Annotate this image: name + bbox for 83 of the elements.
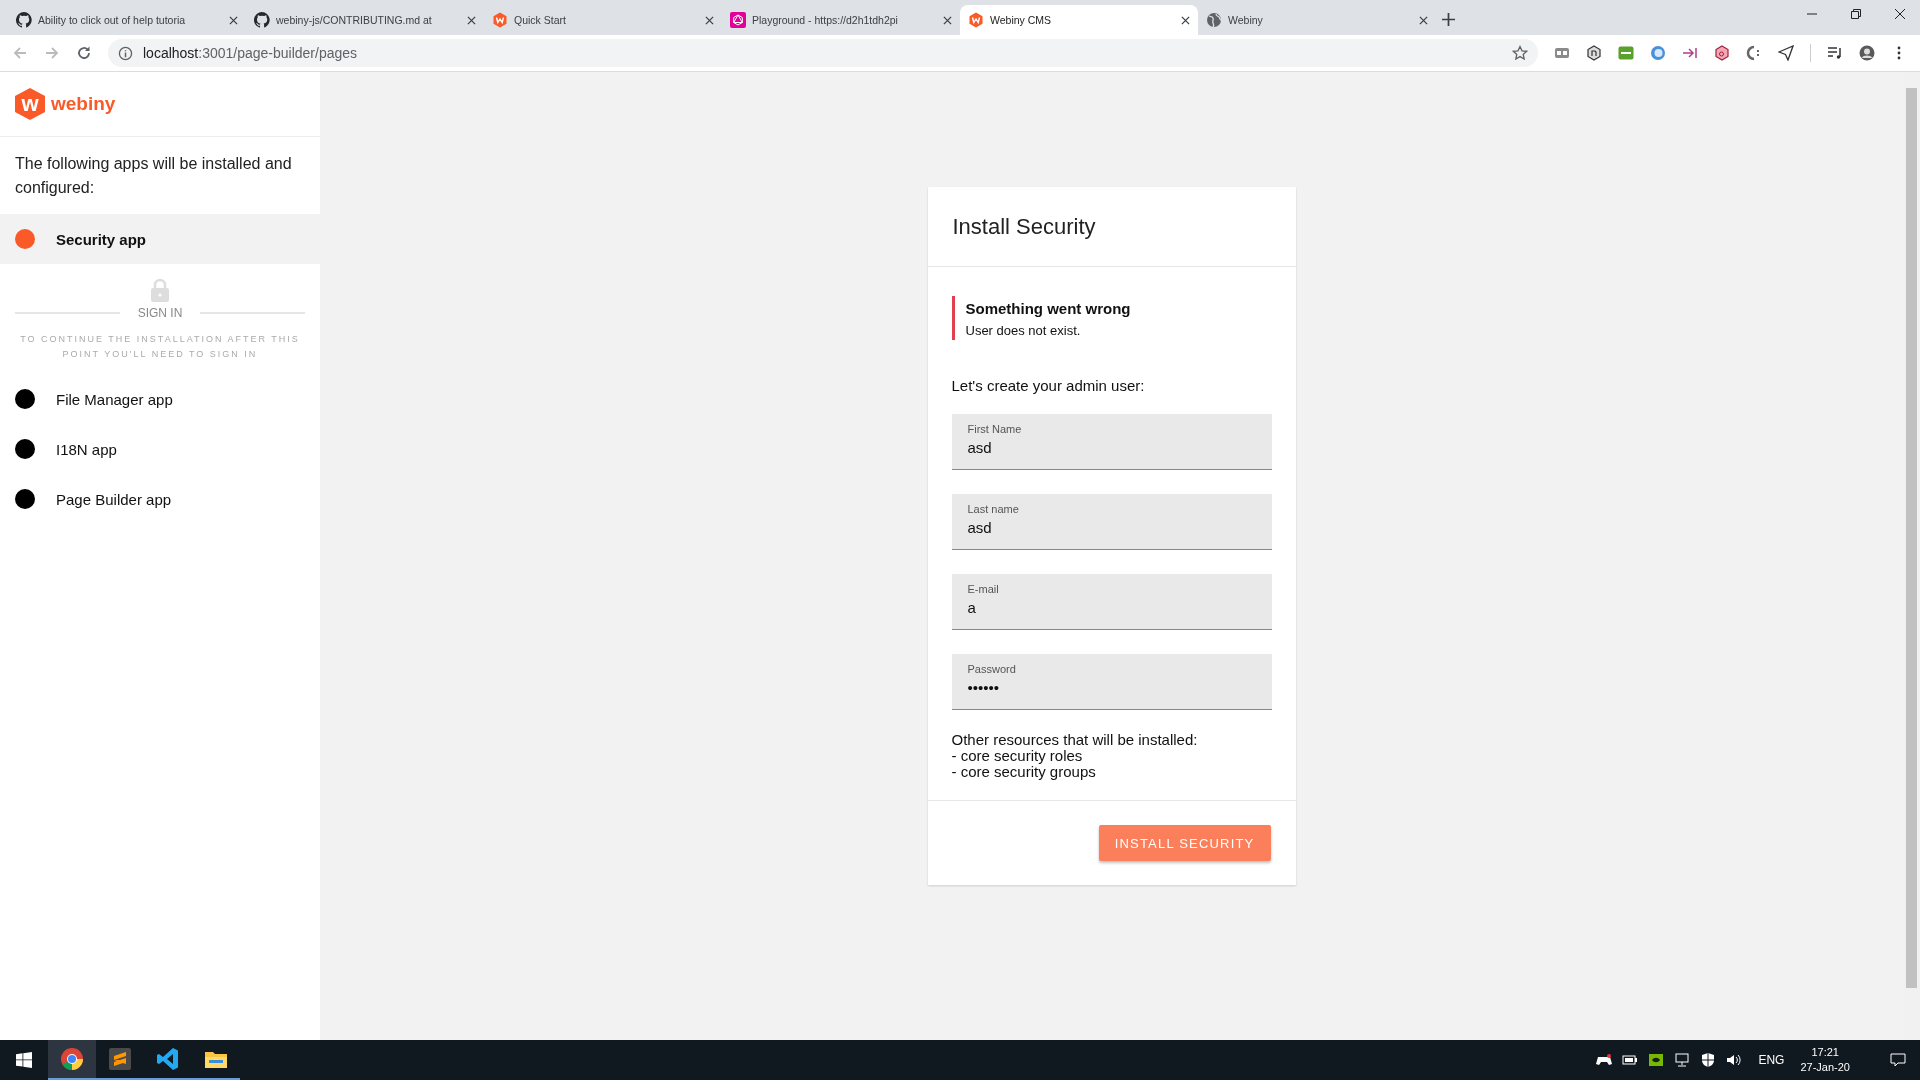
arrow-to-bar-icon[interactable] [1682,45,1698,61]
github-icon [16,12,32,28]
windows-start-icon[interactable] [16,1052,32,1068]
network-icon[interactable] [1674,1052,1691,1068]
hexagon-icon[interactable] [1714,45,1730,61]
field-value: asd [967,439,992,456]
hexagon-icon[interactable] [1586,45,1602,61]
language-indicator[interactable]: ENG [1758,1053,1785,1067]
field-label: Password [967,663,1017,675]
extension-icon[interactable] [1554,45,1570,61]
status-dot [15,229,35,249]
info-icon [118,45,133,61]
browser-tab[interactable]: Quick Start [484,5,722,35]
clock-date[interactable]: 27-Jan-20 [1800,1060,1850,1075]
field-value: a [967,599,976,616]
paper-plane-icon[interactable] [1778,45,1794,61]
playlist-icon[interactable] [1827,45,1843,61]
logo-mark: w [15,88,45,120]
status-dot [15,389,35,409]
logo-wordmark: webiny [51,93,116,115]
vscode-icon [156,1047,180,1071]
close-icon[interactable] [1894,8,1906,20]
close-icon[interactable] [1181,15,1190,25]
status-dot [15,489,35,509]
speaker-icon[interactable] [1726,1052,1743,1068]
app-step: File Manager app [0,374,320,424]
notifications-icon[interactable] [1890,1052,1906,1068]
browser-tab[interactable]: Webiny CMS [960,5,1198,35]
taskbar-app[interactable] [48,1040,96,1080]
url-text: localhost:3001/page-builder/pages [143,45,358,61]
hexagon-w-icon [968,12,984,28]
form-intro: Let's create your admin user: [951,377,1146,394]
intro-text: The following apps will be installed and configured: [14,154,293,198]
game-controller-icon[interactable] [1596,1052,1613,1068]
sign-in-label: SIGN IN [137,306,183,320]
scrollbar[interactable] [1903,72,1920,1040]
field-value: •••••• [967,679,999,696]
app-step: Security app [0,214,320,264]
close-icon[interactable] [1419,15,1428,25]
hexagon-w-icon [492,12,508,28]
input-field[interactable]: E-mail a [951,574,1272,630]
extension-icon[interactable] [1650,45,1666,61]
app-step: Page Builder app [0,474,320,524]
close-icon[interactable] [705,15,714,25]
lock-icon [150,278,170,302]
battery-icon[interactable] [1622,1052,1639,1068]
clock-time[interactable]: 17:21 [1811,1045,1839,1060]
browser-tab[interactable]: Playground - https://d2h1tdh2pi [722,5,960,35]
chrome-icon [60,1047,84,1071]
star-icon[interactable] [1512,45,1528,61]
input-field[interactable]: Password •••••• [951,654,1272,710]
field-label: Last name [967,503,1020,515]
status-dot [15,439,35,459]
globe-icon [1206,12,1222,28]
alert-message: User does not exist. [965,323,1082,338]
restore-icon[interactable] [1850,8,1862,20]
field-label: E-mail [967,583,1000,595]
browser-tab[interactable]: Webiny [1198,5,1436,35]
reload-icon[interactable] [76,45,92,61]
nvidia-icon[interactable] [1648,1052,1665,1068]
app-step: I18N app [0,424,320,474]
sublime-icon [108,1047,132,1071]
resources-note: Other resources that will be installed: - core security roles - core security groups [951,732,1199,780]
card-title: Install Security [952,213,1096,240]
avatar-icon[interactable] [1859,45,1875,61]
extension-icon[interactable] [1746,45,1762,61]
github-icon [254,12,270,28]
address-bar[interactable]: localhost:3001/page-builder/pages [108,39,1538,67]
field-label: First Name [967,423,1023,435]
close-icon[interactable] [229,15,238,25]
alert-title: Something went wrong [965,300,1132,317]
new-tab-icon[interactable] [1442,13,1455,26]
input-field[interactable]: Last name asd [951,494,1272,550]
close-icon[interactable] [467,15,476,25]
sign-in-note: TO CONTINUE THE INSTALLATION AFTER THIS POINT YOU'LL NEED TO SIGN IN [19,333,301,361]
close-icon[interactable] [943,15,952,25]
input-field[interactable]: First Name asd [951,414,1272,470]
browser-tab[interactable]: webiny-js/CONTRIBUTING.md at [246,5,484,35]
graphql-icon [730,12,746,28]
shield-icon[interactable] [1700,1052,1717,1068]
field-value: asd [967,519,992,536]
browser-tab[interactable]: Ability to click out of help tutoria [8,5,246,35]
extension-icon[interactable] [1618,45,1634,61]
